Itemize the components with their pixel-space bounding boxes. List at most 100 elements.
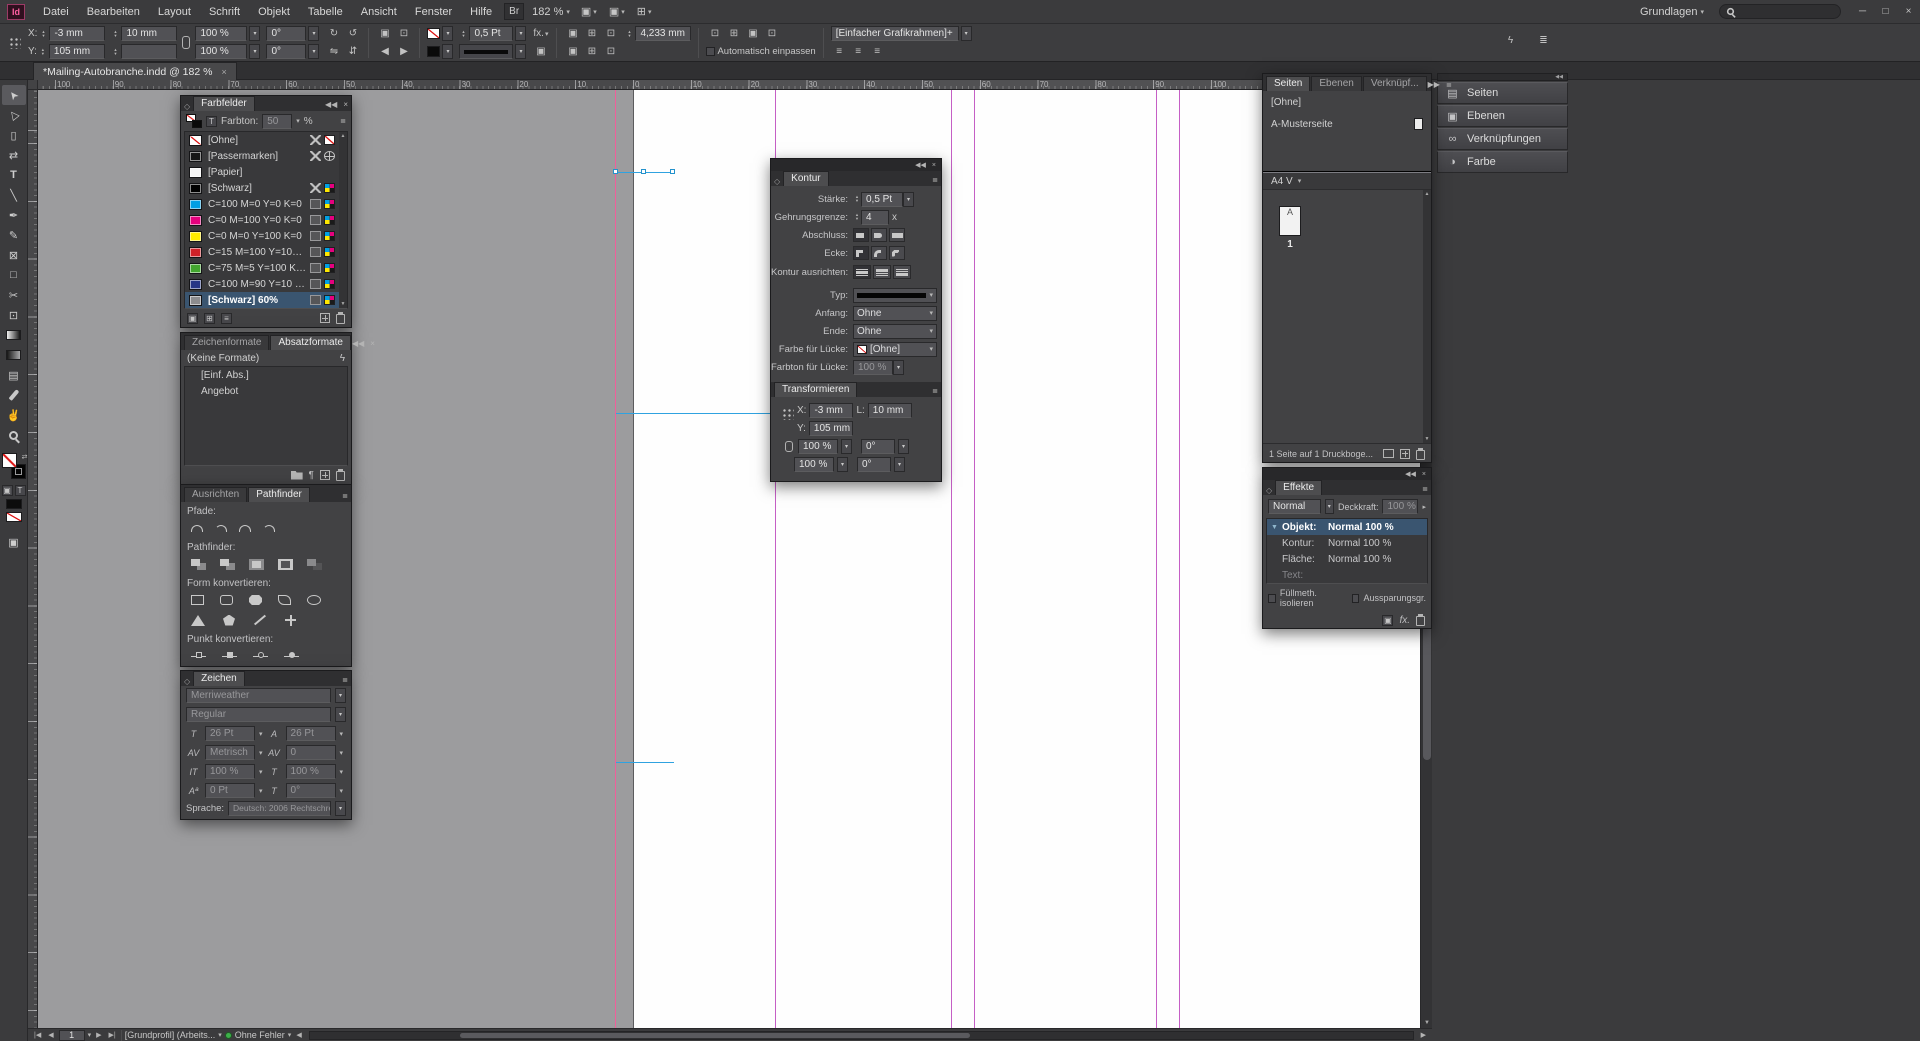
stroke-type-caret[interactable]: ▾ <box>515 44 526 59</box>
transform-scale-x-input[interactable]: 100 % <box>798 439 838 454</box>
symmetrical-point-icon[interactable] <box>284 649 299 660</box>
stroke-weight-stepper[interactable]: ▲▼ <box>459 30 467 38</box>
pen-tool[interactable]: ✒ <box>2 205 26 225</box>
shear-input[interactable]: 0° <box>266 44 306 59</box>
baseline-shift-input[interactable]: 0 Pt <box>205 783 255 798</box>
direct-selection-tool[interactable]: ▷ <box>2 105 26 125</box>
close-button[interactable]: × <box>1897 4 1920 19</box>
new-page-button[interactable] <box>1400 449 1410 459</box>
vertical-ruler[interactable] <box>28 90 38 1028</box>
pencil-tool[interactable]: ✎ <box>2 225 26 245</box>
fit-proportionally-button[interactable]: ⊡ <box>763 26 780 41</box>
stroke-weight-stepper[interactable]: ▲▼ <box>853 195 861 203</box>
preflight-status-label[interactable]: Ohne Fehler <box>235 1030 285 1040</box>
stroke-weight-dropdown[interactable]: ▾ <box>515 26 526 41</box>
swatch-row[interactable]: [Schwarz] 60% <box>185 292 339 308</box>
projecting-cap-button[interactable] <box>889 228 905 242</box>
collapse-panel-icon[interactable]: ◀◀ <box>1405 470 1416 478</box>
join-path-icon[interactable] <box>191 525 203 532</box>
scale-x-input[interactable]: 100 % <box>195 26 247 41</box>
close-panel-icon[interactable]: × <box>370 339 375 348</box>
opacity-input[interactable]: 100 % <box>1382 499 1418 514</box>
wrap-offset-input[interactable]: 4,233 mm <box>635 26 691 41</box>
type-tool[interactable]: T <box>2 165 26 185</box>
selection-tool[interactable]: ➤ <box>2 85 26 105</box>
exclude-overlap-icon[interactable] <box>278 559 293 570</box>
swatch-row[interactable]: [Schwarz] <box>185 180 339 196</box>
apply-none-button[interactable] <box>6 512 22 522</box>
preflight-profile-dropdown[interactable]: [Grundprofil] (Arbeits... <box>125 1030 216 1040</box>
effects-target-row[interactable]: ▼ Objekt: Normal 100 % <box>1267 519 1427 535</box>
panel-menu-icon[interactable]: ≣ <box>340 117 346 125</box>
page-number-label[interactable]: 1 <box>1279 239 1301 250</box>
constrain-scale-icon[interactable] <box>785 441 793 452</box>
flip-horizontal-button[interactable]: ⇋ <box>325 44 342 59</box>
align-right-button[interactable]: ≡ <box>869 44 886 59</box>
x-stepper[interactable]: ▲▼ <box>39 30 47 38</box>
convert-beveled-rectangle-icon[interactable] <box>249 595 262 605</box>
page-number-input[interactable]: 1 <box>59 1030 85 1041</box>
tab-swatches[interactable]: Farbfelder <box>193 96 255 111</box>
align-left-button[interactable]: ≡ <box>831 44 848 59</box>
scale-x-dropdown[interactable]: ▾ <box>249 26 260 41</box>
font-family-caret[interactable]: ▾ <box>335 688 346 703</box>
wrap-object-button[interactable]: ⊡ <box>602 26 619 41</box>
scale-y-caret[interactable]: ▾ <box>837 457 848 472</box>
scale-y-input[interactable]: 100 % <box>195 44 247 59</box>
butt-cap-button[interactable] <box>853 228 869 242</box>
open-path-icon[interactable] <box>215 525 227 532</box>
panel-menu-icon[interactable]: ≣ <box>342 492 348 500</box>
screen-mode-button[interactable]: ▣ <box>2 532 26 552</box>
corner-point-icon[interactable] <box>222 649 237 660</box>
font-style-caret[interactable]: ▾ <box>335 707 346 722</box>
transform-shear-input[interactable]: 0° <box>857 457 891 472</box>
document-tab[interactable]: *Mailing-Autobranche.indd @ 182 % × <box>33 62 237 80</box>
end-arrowhead-dropdown[interactable]: Ohne▾ <box>853 324 937 339</box>
swatch-row[interactable]: C=100 M=90 Y=10 K=0 <box>185 276 339 292</box>
miter-limit-input[interactable]: 4 <box>861 210 889 225</box>
convert-rectangle-icon[interactable] <box>191 595 204 605</box>
panel-menu-icon[interactable]: ≣ <box>342 676 348 684</box>
tint-dropdown[interactable]: ▾ <box>296 117 300 125</box>
rotate-90-ccw-button[interactable]: ↺ <box>344 26 361 41</box>
show-gradient-swatches-button[interactable]: ≡ <box>221 313 232 324</box>
language-caret[interactable]: ▾ <box>335 801 346 816</box>
panel-menu-icon[interactable]: ≣ <box>1446 81 1452 89</box>
current-style-row[interactable]: (Keine Formate) ϟ <box>181 350 351 366</box>
vertical-scale-input[interactable]: 100 % <box>205 764 255 779</box>
select-content-button[interactable]: ⊡ <box>395 26 412 41</box>
align-stroke-inside-button[interactable] <box>873 265 891 279</box>
fit-content-to-frame-button[interactable]: ⊡ <box>706 26 723 41</box>
height-stepper[interactable]: ▲▼ <box>111 48 119 56</box>
tab-paragraph-styles[interactable]: Absatzformate <box>270 335 350 350</box>
style-list-item[interactable]: Angebot <box>185 383 347 399</box>
scale-y-dropdown[interactable]: ▾ <box>249 44 260 59</box>
flip-vertical-button[interactable]: ⇵ <box>344 44 361 59</box>
kerning-input[interactable]: Metrisch <box>205 745 255 760</box>
blend-mode-caret[interactable]: ▾ <box>1325 499 1334 514</box>
stroke-color-swatch[interactable] <box>427 46 440 57</box>
collapse-dock-icon[interactable]: ◀◀ <box>1555 74 1563 80</box>
transform-rotation-input[interactable]: 0° <box>861 439 895 454</box>
horizontal-ruler[interactable]: 100 90 80 70 60 50 40 30 20 10 0 10 20 3… <box>38 80 1420 90</box>
horizontal-scale-input[interactable]: 100 % <box>286 764 336 779</box>
width-stepper[interactable]: ▲▼ <box>111 30 119 38</box>
swatch-row[interactable]: [Passermarken] <box>185 148 339 164</box>
fit-frame-to-content-button[interactable]: ⊞ <box>725 26 742 41</box>
convert-inverse-rounded-icon[interactable] <box>278 595 291 605</box>
page-size-caret[interactable]: ▾ <box>1298 177 1302 185</box>
expand-dock-icon[interactable]: ▶▶ <box>1428 80 1440 89</box>
page-thumbnail[interactable]: A <box>1279 206 1301 236</box>
column-guide[interactable] <box>951 90 952 1028</box>
round-join-button[interactable] <box>871 246 887 260</box>
add-shapes-icon[interactable] <box>191 559 206 570</box>
swatch-row[interactable]: C=0 M=100 Y=0 K=0 <box>185 212 339 228</box>
plain-point-icon[interactable] <box>191 649 206 660</box>
transform-y-input[interactable]: 105 mm <box>809 421 853 436</box>
width-input[interactable]: 10 mm <box>121 26 177 41</box>
stroke-color-dropdown[interactable]: ▾ <box>442 44 453 59</box>
x-input[interactable]: -3 mm <box>49 26 105 41</box>
menu-item[interactable]: Objekt <box>249 0 299 24</box>
scroll-right-arrow[interactable]: ▶ <box>1419 1031 1428 1039</box>
edit-page-size-button[interactable] <box>1383 449 1394 458</box>
